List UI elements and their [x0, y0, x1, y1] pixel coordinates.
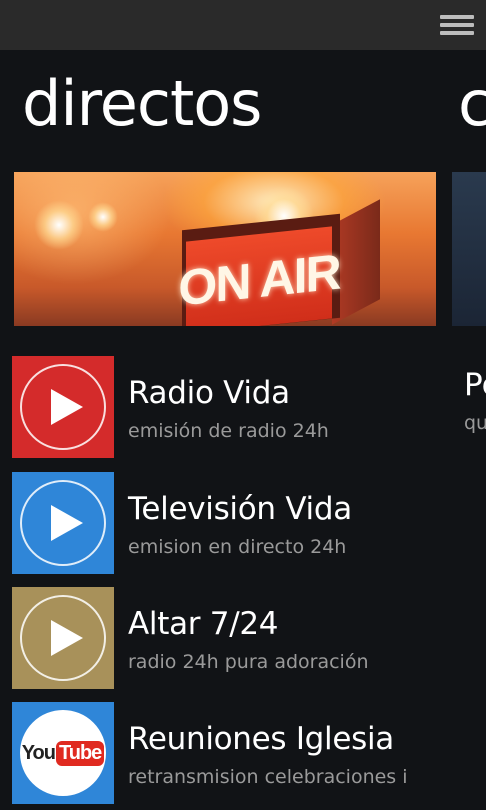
play-icon — [51, 389, 83, 425]
next-pivot-item-title: Pe — [464, 367, 486, 403]
play-ring — [20, 595, 106, 681]
reuniones-tile: You Tube — [12, 702, 114, 804]
youtube-logo-tube: Tube — [56, 740, 105, 766]
altar-tile — [12, 587, 114, 689]
next-pivot-hero-peek — [452, 172, 486, 326]
hero-image-on-air: ON AIR — [14, 172, 436, 326]
item-subtitle: emisión de radio 24h — [128, 420, 329, 442]
hamburger-menu-icon[interactable] — [440, 12, 474, 38]
item-title: Radio Vida — [128, 375, 290, 411]
list-item-altar[interactable]: Altar 7/24 radio 24h pura adoración — [12, 587, 452, 689]
television-tile — [12, 472, 114, 574]
on-air-sign: ON AIR — [178, 226, 340, 326]
next-pivot-item-subtitle: qu — [464, 412, 486, 434]
item-title: Televisión Vida — [128, 491, 352, 527]
item-title: Altar 7/24 — [128, 606, 279, 642]
youtube-ring: You Tube — [20, 710, 106, 796]
menu-line — [440, 23, 474, 27]
list-item-radio-vida[interactable]: Radio Vida emisión de radio 24h — [12, 356, 452, 458]
app-bar — [0, 0, 486, 50]
list-item-reuniones-iglesia[interactable]: You Tube Reuniones Iglesia retransmision … — [12, 702, 452, 804]
play-icon — [51, 505, 83, 541]
list-item-television-vida[interactable]: Televisión Vida emision en directo 24h — [12, 472, 452, 574]
menu-line — [440, 31, 474, 35]
item-subtitle: retransmision celebraciones i — [128, 766, 408, 788]
youtube-logo-icon: You Tube — [21, 740, 105, 766]
play-icon — [51, 620, 83, 656]
item-title: Reuniones Iglesia — [128, 721, 394, 757]
pivot-title[interactable]: directos — [22, 64, 262, 144]
light-glow — [34, 200, 84, 250]
item-subtitle: emision en directo 24h — [128, 536, 347, 558]
light-glow — [88, 202, 118, 232]
menu-line — [440, 15, 474, 19]
next-pivot-peek[interactable]: c — [458, 64, 486, 144]
youtube-logo-you: You — [21, 741, 56, 764]
item-subtitle: radio 24h pura adoración — [128, 651, 369, 673]
radio-tile — [12, 356, 114, 458]
play-ring — [20, 364, 106, 450]
play-ring — [20, 480, 106, 566]
